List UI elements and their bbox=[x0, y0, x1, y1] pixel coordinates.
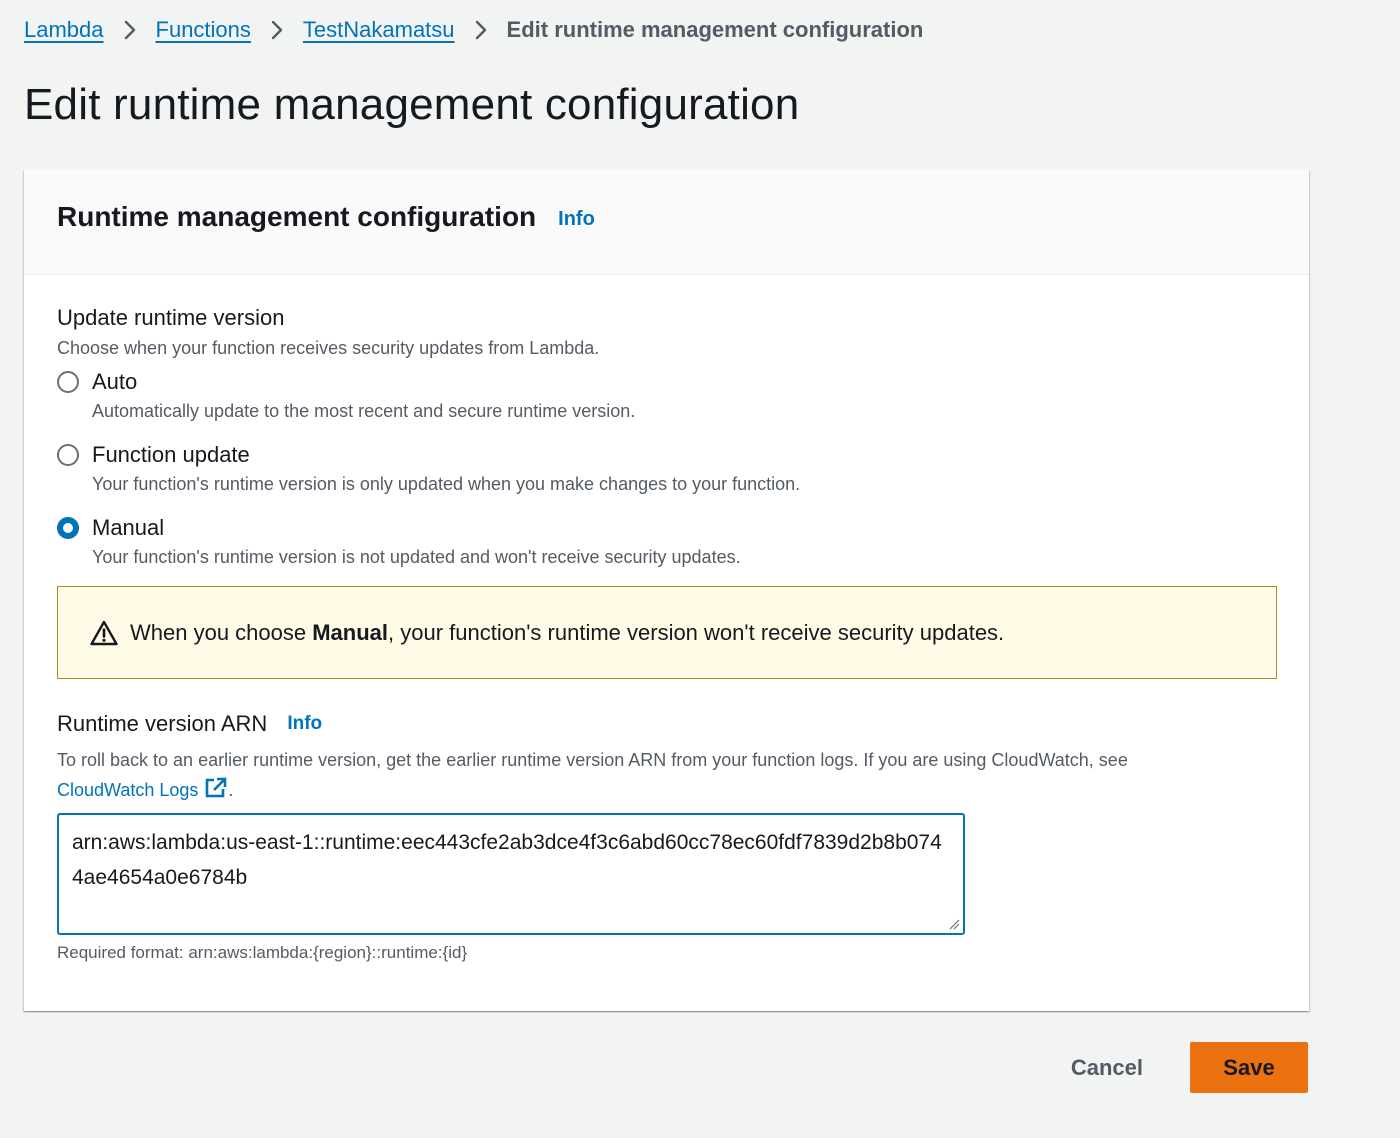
arn-info-link[interactable]: Info bbox=[287, 713, 322, 735]
form-actions: Cancel Save bbox=[1071, 1042, 1308, 1093]
warning-icon bbox=[90, 620, 118, 645]
resize-handle-icon[interactable] bbox=[948, 918, 960, 930]
breadcrumb-lambda[interactable]: Lambda bbox=[24, 17, 104, 43]
runtime-config-panel: Runtime management configuration Info Up… bbox=[24, 170, 1309, 1011]
chevron-right-icon bbox=[251, 19, 303, 41]
external-link-icon[interactable] bbox=[204, 777, 228, 799]
breadcrumb-function-name[interactable]: TestNakamatsu bbox=[303, 17, 455, 43]
page-title: Edit runtime management configuration bbox=[24, 80, 800, 129]
radio-button-manual[interactable] bbox=[57, 517, 79, 539]
update-runtime-description: Choose when your function receives secur… bbox=[57, 338, 600, 358]
panel-title: Runtime management configuration bbox=[57, 201, 537, 232]
radio-description-auto: Automatically update to the most recent … bbox=[92, 401, 636, 421]
radio-button-function-update[interactable] bbox=[57, 444, 79, 466]
radio-label-function-update[interactable]: Function update bbox=[92, 440, 800, 470]
radio-description-function-update: Your function's runtime version is only … bbox=[92, 474, 801, 494]
arn-description: To roll back to an earlier runtime versi… bbox=[57, 745, 1276, 805]
cloudwatch-logs-link[interactable]: CloudWatch Logs bbox=[57, 777, 228, 800]
alert-text-suffix: , your function's runtime version won't … bbox=[388, 619, 1005, 645]
breadcrumb-current: Edit runtime management configuration bbox=[506, 17, 924, 42]
radio-button-auto[interactable] bbox=[57, 371, 79, 393]
chevron-right-icon bbox=[455, 19, 507, 41]
radio-option-function-update[interactable]: Function update Your function's runtime … bbox=[57, 440, 1276, 495]
arn-label: Runtime version ARN bbox=[57, 711, 268, 736]
panel-header: Runtime management configuration Info bbox=[24, 170, 1309, 275]
save-button[interactable]: Save bbox=[1190, 1042, 1308, 1093]
update-runtime-radio-group: Auto Automatically update to the most re… bbox=[57, 367, 1276, 568]
cancel-button[interactable]: Cancel bbox=[1071, 1055, 1143, 1081]
radio-option-auto[interactable]: Auto Automatically update to the most re… bbox=[57, 367, 1276, 422]
panel-info-link[interactable]: Info bbox=[558, 204, 595, 231]
arn-description-end: . bbox=[228, 780, 234, 800]
arn-constraint-text: Required format: arn:aws:lambda:{region}… bbox=[57, 943, 468, 962]
update-runtime-label: Update runtime version bbox=[57, 305, 285, 330]
runtime-arn-value[interactable]: arn:aws:lambda:us-east-1::runtime:eec443… bbox=[72, 831, 942, 889]
alert-text-prefix: When you choose bbox=[130, 619, 313, 645]
cloudwatch-logs-link-text[interactable]: CloudWatch Logs bbox=[57, 780, 198, 800]
radio-description-manual: Your function's runtime version is not u… bbox=[92, 547, 741, 567]
breadcrumb-functions[interactable]: Functions bbox=[156, 17, 251, 43]
alert-text-emphasis: Manual bbox=[312, 619, 389, 645]
arn-field: Runtime version ARN Info To roll back to… bbox=[57, 711, 1276, 963]
radio-label-manual[interactable]: Manual bbox=[92, 513, 741, 543]
alert-text: When you choose Manual, your function's … bbox=[130, 620, 1004, 646]
radio-label-auto[interactable]: Auto bbox=[92, 367, 635, 397]
panel-body: Update runtime version Choose when your … bbox=[24, 275, 1309, 963]
chevron-right-icon bbox=[104, 19, 156, 41]
radio-option-manual[interactable]: Manual Your function's runtime version i… bbox=[57, 513, 1276, 568]
runtime-arn-textarea[interactable]: arn:aws:lambda:us-east-1::runtime:eec443… bbox=[57, 813, 965, 935]
breadcrumb: Lambda Functions TestNakamatsu Edit runt… bbox=[24, 14, 923, 46]
manual-warning-alert: When you choose Manual, your function's … bbox=[57, 586, 1277, 679]
arn-description-text: To roll back to an earlier runtime versi… bbox=[57, 750, 1128, 770]
